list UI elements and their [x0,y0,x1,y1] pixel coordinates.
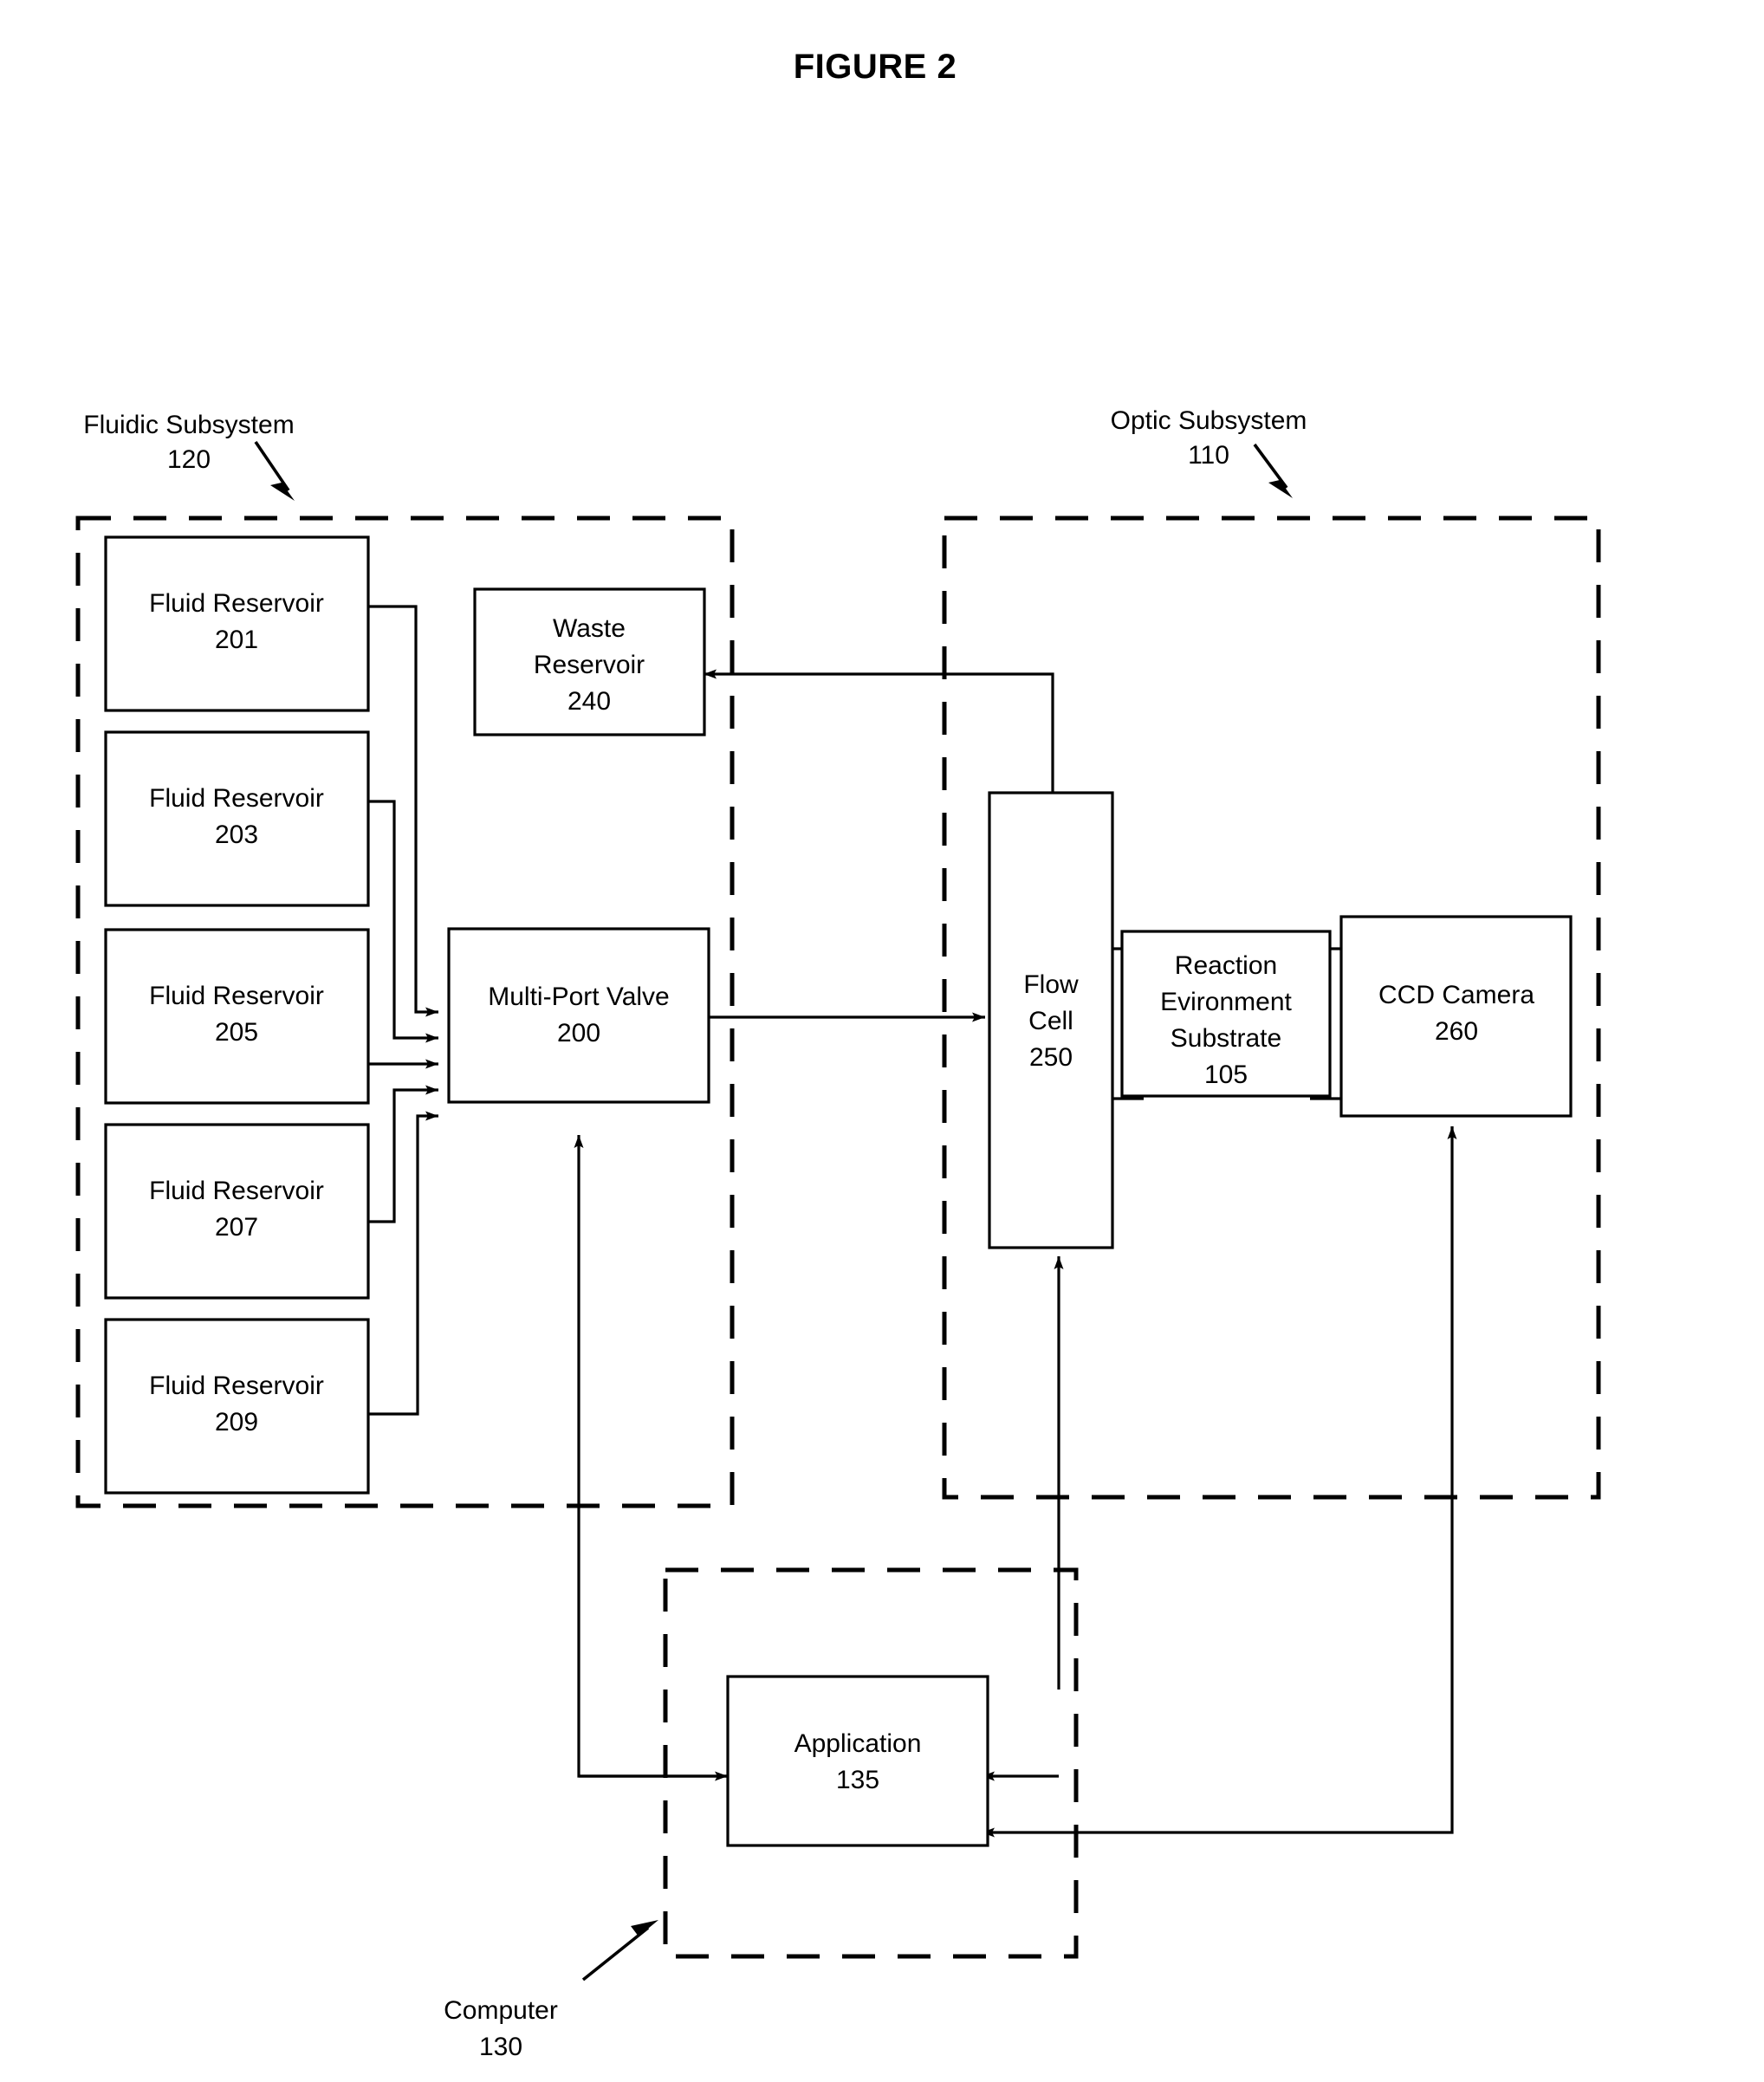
block-fluid-reservoir-201[interactable] [104,535,370,712]
flow-cell-label-1: Flow [1023,970,1079,999]
conn-reservoir203-to-valve [368,800,438,1043]
block-diagram-canvas: FIGURE 2 Fluidic Subsystem 120 Optic Sub… [75,48,1601,2061]
patent-figure-2: FIGURE 2 Fluidic Subsystem 120 Optic Sub… [0,0,1764,2082]
fluid-reservoir-201-ref: 201 [215,626,258,654]
conn-flowcell-to-waste [704,669,1054,793]
optic-subsystem-label: Optic Subsystem [1111,406,1307,435]
fluidic-subsystem-ref: 120 [167,445,211,474]
waste-reservoir-ref: 240 [567,687,611,716]
optic-leader-line [1253,443,1288,490]
ccd-camera-label: CCD Camera [1378,981,1534,1009]
block-fluid-reservoir-209[interactable] [104,1318,370,1495]
reaction-substrate-label-1: Reaction [1175,951,1277,980]
waste-reservoir-label-2: Reservoir [534,651,645,679]
fluid-reservoir-207-label: Fluid Reservoir [149,1177,324,1205]
fluid-reservoir-207-ref: 207 [215,1213,258,1242]
fluid-reservoir-203-ref: 203 [215,820,258,849]
waste-reservoir-label-1: Waste [553,614,626,643]
block-fluid-reservoir-207[interactable] [104,1123,370,1300]
figure-title: FIGURE 2 [794,48,957,86]
reaction-substrate-label-2: Evironment [1160,988,1292,1016]
reaction-substrate-label-3: Substrate [1171,1024,1281,1053]
fluidic-leader-line [254,440,290,492]
conn-reservoir201-to-valve [368,605,438,1017]
fluidic-leader-arrowhead [270,483,295,501]
fluid-reservoir-205-label: Fluid Reservoir [149,982,324,1010]
application-label: Application [794,1729,922,1758]
block-multi-port-valve-200[interactable] [447,927,710,1104]
flow-cell-ref: 250 [1029,1043,1073,1072]
conn-reservoir209-to-valve [368,1111,438,1416]
fluid-reservoir-205-ref: 205 [215,1018,258,1047]
computer-label: Computer [444,1996,558,2025]
computer-leader-arrowhead [631,1920,658,1936]
block-ccd-camera-260[interactable] [1339,915,1573,1118]
fluid-reservoir-203-label: Fluid Reservoir [149,784,324,813]
optic-subsystem-ref: 110 [1188,441,1229,470]
fluid-reservoir-209-ref: 209 [215,1408,258,1437]
fluidic-subsystem-label: Fluidic Subsystem [83,411,294,439]
multi-port-valve-label: Multi-Port Valve [488,983,670,1011]
flow-cell-label-2: Cell [1028,1007,1073,1035]
block-application-135[interactable] [726,1675,989,1847]
reaction-substrate-ref: 105 [1204,1060,1248,1089]
block-fluid-reservoir-205[interactable] [104,928,370,1105]
fluid-reservoir-209-label: Fluid Reservoir [149,1372,324,1400]
ccd-camera-ref: 260 [1435,1017,1478,1046]
block-fluid-reservoir-203[interactable] [104,730,370,907]
application-ref: 135 [836,1766,879,1794]
conn-application-to-valve [574,1135,728,1778]
conn-reservoir207-to-valve [368,1085,438,1223]
multi-port-valve-ref: 200 [557,1019,600,1047]
optic-leader-arrowhead [1268,480,1293,498]
computer-ref: 130 [479,2033,522,2061]
fluid-reservoir-201-label: Fluid Reservoir [149,589,324,618]
